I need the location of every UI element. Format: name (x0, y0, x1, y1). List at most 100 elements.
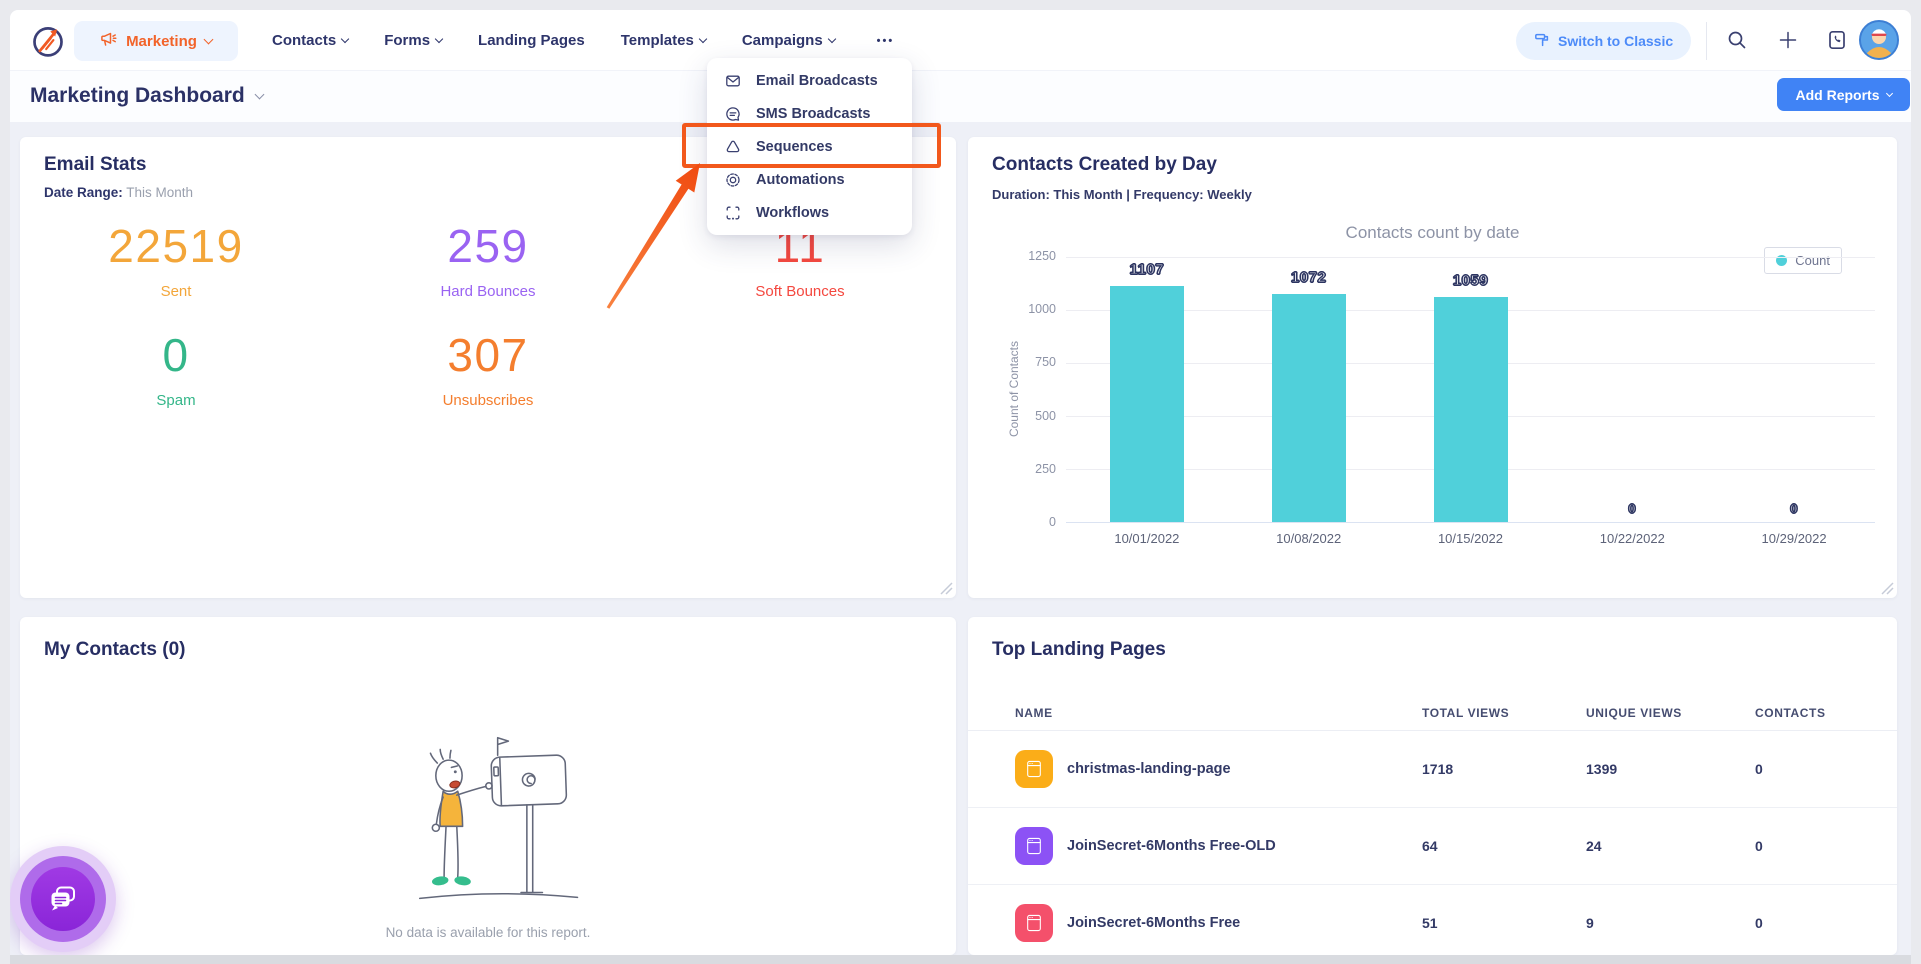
add-reports-button[interactable]: Add Reports (1777, 78, 1910, 111)
column-header-total-views[interactable]: TOTAL VIEWS (1422, 706, 1586, 720)
column-header-contacts[interactable]: CONTACTS (1755, 706, 1867, 720)
menu-item-automations[interactable]: Automations (707, 164, 912, 196)
chevron-down-icon (699, 35, 707, 43)
column-header-name[interactable]: NAME (1015, 706, 1422, 720)
table-row[interactable]: JoinSecret-6Months Free5190 (968, 885, 1897, 955)
nav-item-contacts[interactable]: Contacts (272, 32, 348, 49)
stat-label: Soft Bounces (644, 283, 956, 300)
user-avatar[interactable] (1859, 20, 1899, 60)
empty-state-text: No data is available for this report. (20, 925, 956, 940)
page-title[interactable]: Marketing Dashboard (30, 84, 263, 108)
landing-page-name: JoinSecret-6Months Free (1067, 915, 1240, 931)
menu-item-email-broadcasts[interactable]: Email Broadcasts (707, 65, 912, 97)
y-tick-label: 1250 (998, 249, 1056, 263)
bar-value-label: 0 (1739, 501, 1849, 516)
cell-contacts: 0 (1755, 761, 1867, 777)
email-stats-title: Email Stats (44, 154, 146, 176)
cell-contacts: 0 (1755, 838, 1867, 854)
empty-mailbox-illustration (370, 727, 600, 917)
x-tick-label: 10/15/2022 (1406, 531, 1536, 546)
menu-item-label: Automations (756, 172, 845, 188)
nav-item-label: Contacts (272, 32, 336, 49)
menu-item-sms-broadcasts[interactable]: SMS Broadcasts (707, 98, 912, 130)
email-stats-date-range: Date Range: This Month (44, 185, 193, 200)
contacts-created-title: Contacts Created by Day (992, 154, 1217, 176)
x-tick-label: 10/22/2022 (1567, 531, 1697, 546)
engagebay-logo-icon[interactable] (30, 23, 66, 59)
column-header-unique-views[interactable]: UNIQUE VIEWS (1586, 706, 1755, 720)
contacts-book-icon[interactable] (1824, 28, 1850, 54)
plus-icon[interactable] (1775, 28, 1801, 54)
table-row[interactable]: JoinSecret-6Months Free-OLD 64240 (968, 808, 1897, 885)
resize-handle-icon[interactable] (939, 581, 953, 595)
bar-chart-plot: 11071072105900 (1066, 257, 1875, 523)
stat-value: 0 (20, 332, 332, 378)
bar-value-label: 1059 (1416, 272, 1526, 289)
chevron-down-icon (341, 35, 349, 43)
landing-page-name-cell: JoinSecret-6Months Free-OLD (1015, 827, 1422, 865)
menu-item-label: Email Broadcasts (756, 73, 878, 89)
chat-widget-ring (20, 856, 106, 942)
nav-item-label: Forms (384, 32, 430, 49)
top-landing-pages-card: Top Landing Pages NAMETOTAL VIEWSUNIQUE … (968, 617, 1897, 955)
chat-widget-button[interactable] (10, 846, 116, 952)
my-contacts-card: My Contacts (0) (20, 617, 956, 955)
nav-more-icon[interactable]: ••• (877, 35, 895, 47)
contacts-created-card: Contacts Created by Day Duration: This M… (968, 137, 1897, 598)
search-icon[interactable] (1724, 28, 1750, 54)
menu-item-workflows[interactable]: Workflows (707, 197, 912, 229)
horizontal-scrollbar[interactable] (10, 955, 1911, 964)
date-range-label: Date Range: (44, 185, 123, 200)
nav-item-landing-pages[interactable]: Landing Pages (478, 32, 585, 49)
cell-unique_views: 1399 (1586, 761, 1755, 777)
resize-handle-icon[interactable] (1880, 581, 1894, 595)
nav-item-label: Templates (621, 32, 694, 49)
stat-label: Spam (20, 392, 332, 409)
landing-page-icon (1015, 750, 1053, 788)
menu-item-label: Workflows (756, 205, 829, 221)
landing-pages-table: NAMETOTAL VIEWSUNIQUE VIEWSCONTACTSchris… (968, 695, 1897, 955)
nav-divider (1706, 22, 1707, 60)
automation-gear-icon (725, 172, 741, 188)
my-contacts-title: My Contacts (0) (44, 639, 185, 661)
nav-item-forms[interactable]: Forms (384, 32, 442, 49)
y-axis-ticks: 025050075010001250 (998, 257, 1056, 523)
megaphone-icon (100, 30, 118, 53)
top-landing-pages-title: Top Landing Pages (992, 639, 1166, 661)
stat-value: 22519 (20, 223, 332, 269)
stat-label: Sent (20, 283, 332, 300)
landing-page-name-cell: JoinSecret-6Months Free (1015, 904, 1422, 942)
bar-value-label: 1072 (1254, 269, 1364, 286)
chevron-down-icon (203, 35, 213, 45)
bar (1110, 286, 1184, 522)
menu-item-label: SMS Broadcasts (756, 106, 870, 122)
stat-hard-bounces: 259Hard Bounces (332, 223, 644, 300)
chevron-down-icon (1885, 89, 1892, 96)
cell-total_views: 64 (1422, 838, 1586, 854)
menu-item-sequences[interactable]: Sequences (707, 131, 912, 163)
stat-label: Unsubscribes (332, 392, 644, 409)
nav-item-templates[interactable]: Templates (621, 32, 706, 49)
bar (1434, 297, 1508, 522)
cell-unique_views: 24 (1586, 838, 1755, 854)
table-header-row: NAMETOTAL VIEWSUNIQUE VIEWSCONTACTS (968, 695, 1897, 731)
nav-item-campaigns[interactable]: Campaigns (742, 32, 835, 49)
x-tick-label: 10/29/2022 (1729, 531, 1859, 546)
cell-total_views: 51 (1422, 915, 1586, 931)
contacts-created-subtitle: Duration: This Month | Frequency: Weekly (992, 187, 1252, 202)
date-range-value: This Month (126, 185, 193, 200)
switch-to-classic-button[interactable]: Switch to Classic (1516, 22, 1691, 60)
y-tick-label: 250 (998, 462, 1056, 476)
landing-page-name: JoinSecret-6Months Free-OLD (1067, 838, 1276, 854)
app-switcher-marketing[interactable]: Marketing (74, 21, 238, 61)
sequences-cycle-icon (725, 139, 741, 155)
table-row[interactable]: christmas-landing-page171813990 (968, 731, 1897, 808)
paint-roller-icon (1534, 32, 1550, 51)
envelope-icon (725, 73, 741, 89)
landing-page-icon (1015, 827, 1053, 865)
landing-page-name-cell: christmas-landing-page (1015, 750, 1422, 788)
page-header: Marketing Dashboard Add Reports (10, 71, 1911, 122)
switch-classic-label: Switch to Classic (1558, 33, 1673, 49)
x-tick-label: 10/01/2022 (1082, 531, 1212, 546)
chart-title: Contacts count by date (968, 223, 1897, 243)
